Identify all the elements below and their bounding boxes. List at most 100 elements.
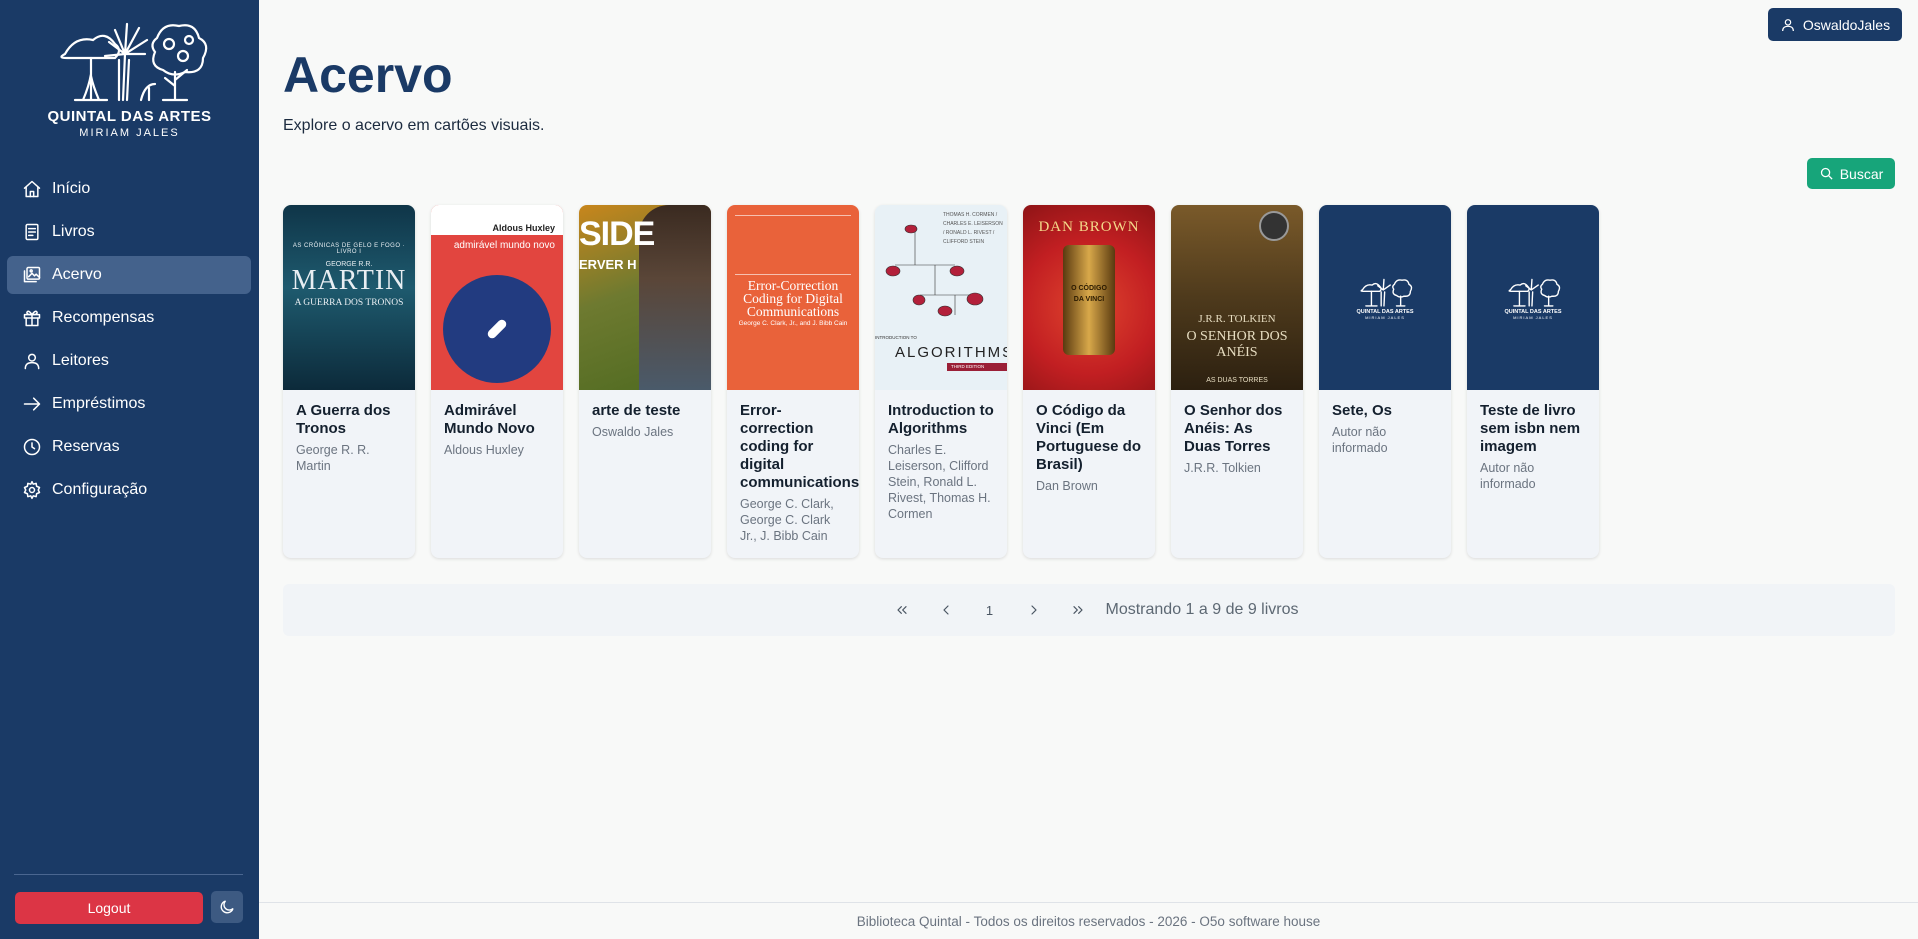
cover-circle <box>443 275 551 383</box>
book-author: Oswaldo Jales <box>592 425 674 439</box>
user-menu-button[interactable]: OswaldoJales <box>1768 8 1902 41</box>
chevron-left-icon <box>942 605 949 615</box>
brand-subtitle: MIRIAM JALES <box>79 127 180 139</box>
book-card-grid: AS CRÔNICAS DE GELO E FOGO · LIVRO I GEO… <box>283 205 1615 558</box>
sidebar-item-configuracao[interactable]: Configuração <box>7 471 251 509</box>
sidebar-item-label: Leitores <box>52 352 109 369</box>
search-button[interactable]: Buscar <box>1807 158 1895 189</box>
book-title: Teste de livro sem isbn nem imagem <box>1480 402 1581 455</box>
cover-text: INTRODUCTION TO <box>875 335 917 340</box>
cover-seal <box>1259 211 1289 241</box>
theme-toggle-button[interactable] <box>211 891 243 923</box>
user-icon <box>1781 18 1794 31</box>
chevrons-left-icon <box>896 606 907 614</box>
sidebar-item-label: Empréstimos <box>52 395 146 412</box>
book-card[interactable]: DAN BROWN O CÓDIGO DA VINCI O Código da … <box>1023 205 1155 558</box>
book-title: Error-correction coding for digital comm… <box>740 402 859 491</box>
page-number-button[interactable]: 1 <box>968 595 1012 625</box>
book-title: A Guerra dos Tronos <box>296 402 391 437</box>
gear-icon <box>23 480 41 500</box>
cover-pattern <box>735 215 851 275</box>
book-cover: Aldous Huxley admirável mundo novo <box>431 205 563 390</box>
gift-icon <box>23 310 41 327</box>
cover-text: George C. Clark, Jr., and J. Bibb Cain <box>738 320 848 327</box>
book-card[interactable]: Error-Correction Coding for Digital Comm… <box>727 205 859 558</box>
book-cover: QUINTAL DAS ARTES MIRIAM JALES <box>1319 205 1451 390</box>
book-author: George C. Clark, George C. Clark Jr., J.… <box>740 497 834 543</box>
brand-logo[interactable]: QUINTAL DAS ARTES MIRIAM JALES <box>0 14 259 144</box>
sidebar-item-emprestimos[interactable]: Empréstimos <box>7 385 251 423</box>
tree-logo-icon <box>1508 278 1561 307</box>
book-title: Sete, Os <box>1332 402 1393 419</box>
cover-text: ERVER H <box>579 257 637 272</box>
book-card[interactable]: J.R.R. TOLKIEN O SENHOR DOS ANÉIS AS DUA… <box>1171 205 1303 558</box>
book-title: arte de teste <box>592 402 681 419</box>
sidebar: QUINTAL DAS ARTES MIRIAM JALES Início Li… <box>0 0 259 939</box>
user-name: OswaldoJales <box>1802 16 1891 33</box>
clock-icon <box>23 438 41 456</box>
first-page-button[interactable] <box>880 595 924 625</box>
book-card[interactable]: THOMAS H. CORMEN / CHARLES E. LEISERSON … <box>875 205 1007 558</box>
cover-text: MIRIAM JALES <box>1513 314 1553 320</box>
cover-text: admirável mundo novo <box>453 240 555 251</box>
next-page-button[interactable] <box>1012 595 1056 625</box>
tree-logo-icon <box>1360 278 1413 307</box>
cover-text: DAN BROWN <box>1038 219 1140 235</box>
cover-text: Error-Correction Coding for Digital Comm… <box>743 278 843 319</box>
book-card[interactable]: Aldous Huxley admirável mundo novo Admir… <box>431 205 563 558</box>
sidebar-item-label: Início <box>52 180 91 197</box>
sidebar-item-leitores[interactable]: Leitores <box>7 342 251 380</box>
sidebar-item-label: Recompensas <box>52 309 155 326</box>
sidebar-item-label: Reservas <box>52 438 120 455</box>
book-card[interactable]: QUINTAL DAS ARTES MIRIAM JALES Sete, Os … <box>1319 205 1451 558</box>
cover-text: AS DUAS TORRES <box>1206 377 1268 384</box>
sidebar-divider <box>14 874 243 875</box>
bandage-icon <box>487 319 507 339</box>
sidebar-item-acervo[interactable]: Acervo <box>7 256 251 294</box>
sidebar-item-inicio[interactable]: Início <box>7 170 251 208</box>
footer: Biblioteca Quintal - Todos os direitos r… <box>259 902 1918 939</box>
cover-text: J.R.R. TOLKIEN <box>1198 313 1276 325</box>
book-cover: Error-Correction Coding for Digital Comm… <box>727 205 859 390</box>
cover-text: O CÓDIGO DA VINCI <box>1071 285 1107 303</box>
search-icon <box>1820 167 1833 180</box>
book-card[interactable]: AS CRÔNICAS DE GELO E FOGO · LIVRO I GEO… <box>283 205 415 558</box>
footer-text: Biblioteca Quintal - Todos os direitos r… <box>856 913 1321 929</box>
sidebar-item-label: Configuração <box>52 481 148 498</box>
cover-text: A GUERRA DOS TRONOS <box>294 298 404 308</box>
book-card[interactable]: SIDE ERVER H arte de teste Oswaldo Jales <box>579 205 711 558</box>
book-cover: J.R.R. TOLKIEN O SENHOR DOS ANÉIS AS DUA… <box>1171 205 1303 390</box>
cover-text: AS CRÔNICAS DE GELO E FOGO · LIVRO I <box>292 243 406 255</box>
last-page-button[interactable] <box>1056 595 1100 625</box>
cover-text: MARTIN <box>291 265 407 296</box>
mobile-sculpture-icon <box>885 224 984 317</box>
sidebar-nav: Início Livros Acervo Recompensas Leitore… <box>7 170 251 514</box>
image-gallery-icon <box>23 266 41 283</box>
cover-text: O SENHOR DOS ANÉIS <box>1186 329 1288 360</box>
cover-text: SIDE <box>579 215 655 253</box>
page-title: Acervo <box>283 47 453 103</box>
sidebar-item-label: Livros <box>52 223 95 240</box>
tree-logo-icon <box>59 22 207 102</box>
book-author: George R. R. Martin <box>296 443 370 473</box>
sidebar-item-livros[interactable]: Livros <box>7 213 251 251</box>
sidebar-item-reservas[interactable]: Reservas <box>7 428 251 466</box>
cover-text: MIRIAM JALES <box>1365 314 1405 320</box>
sidebar-item-recompensas[interactable]: Recompensas <box>7 299 251 337</box>
book-icon <box>25 223 39 241</box>
book-cover: SIDE ERVER H <box>579 205 711 390</box>
sidebar-item-label: Acervo <box>52 266 102 283</box>
home-icon <box>23 180 41 198</box>
book-title: O Senhor dos Anéis: As Duas Torres <box>1184 402 1283 455</box>
cover-text: THIRD EDITION <box>947 363 1007 371</box>
prev-page-button[interactable] <box>924 595 968 625</box>
book-author: Autor não informado <box>1332 425 1388 455</box>
book-cover: THOMAS H. CORMEN / CHARLES E. LEISERSON … <box>875 205 1007 390</box>
user-icon <box>24 353 40 370</box>
book-title: O Código da Vinci (Em Portuguese do Bras… <box>1036 402 1142 473</box>
book-cover: DAN BROWN O CÓDIGO DA VINCI <box>1023 205 1155 390</box>
search-button-label: Buscar <box>1839 165 1884 182</box>
logout-button[interactable]: Logout <box>15 892 203 924</box>
book-cover: AS CRÔNICAS DE GELO E FOGO · LIVRO I GEO… <box>283 205 415 390</box>
book-card[interactable]: QUINTAL DAS ARTES MIRIAM JALES Teste de … <box>1467 205 1599 558</box>
